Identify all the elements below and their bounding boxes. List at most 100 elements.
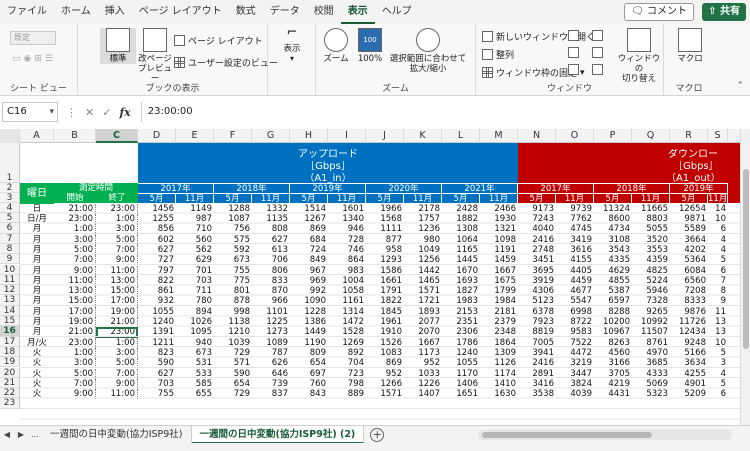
vertical-scroll-thumb[interactable] [743, 169, 749, 349]
cell[interactable]: 11324 [594, 204, 632, 214]
cell[interactable]: 8819 [518, 327, 556, 337]
cell[interactable]: 684 [290, 235, 328, 245]
cell[interactable]: 1721 [404, 296, 442, 306]
cell[interactable]: 1966 [366, 204, 404, 214]
cell[interactable]: 3538 [518, 389, 556, 399]
row-header-20[interactable]: 20 [0, 367, 20, 378]
cell[interactable]: 969 [290, 276, 328, 286]
column-header-j[interactable]: J [366, 129, 404, 143]
cell[interactable]: 7:00 [54, 255, 96, 266]
cell[interactable]: 1058 [328, 286, 366, 296]
cell[interactable]: 627 [252, 235, 290, 245]
cell[interactable]: 9248 [670, 338, 708, 348]
cell[interactable]: 3634 [670, 358, 708, 368]
cell[interactable]: 火 [20, 389, 54, 399]
cell[interactable]: 590 [214, 369, 252, 379]
cell[interactable]: 6998 [556, 307, 594, 317]
cell[interactable]: 1256 [404, 255, 442, 265]
cell[interactable]: 1211 [138, 338, 176, 348]
cell[interactable]: 11:00 [96, 389, 138, 400]
cell[interactable]: 3219 [556, 358, 594, 368]
vertical-scrollbar[interactable] [740, 129, 750, 425]
unhide-icon[interactable] [568, 64, 579, 75]
cell[interactable]: 562 [176, 245, 214, 255]
cell[interactable]: 1586 [366, 266, 404, 276]
cell[interactable]: 983 [328, 266, 366, 276]
cell[interactable]: 894 [176, 307, 214, 317]
cell[interactable]: 1:00 [96, 214, 138, 225]
cell[interactable]: 10992 [632, 317, 670, 327]
side-by-side-icon[interactable] [592, 30, 603, 41]
cell[interactable]: 日/月 [20, 214, 54, 224]
cell[interactable]: 23:00 [96, 204, 138, 214]
cell[interactable]: 1693 [442, 276, 480, 286]
cell[interactable]: 1266 [366, 379, 404, 389]
tab-7[interactable]: 表示 [340, 0, 375, 24]
cell[interactable]: 2466 [480, 204, 518, 214]
cell[interactable]: 756 [214, 224, 252, 234]
cell[interactable]: 1161 [328, 296, 366, 306]
cell[interactable]: 673 [214, 255, 252, 265]
cell[interactable]: 2379 [480, 317, 518, 327]
cell[interactable]: 6084 [670, 266, 708, 276]
row-header-9[interactable]: 9 [0, 254, 20, 265]
cell[interactable]: 9:00 [54, 389, 96, 400]
cell[interactable]: 5 [708, 255, 728, 265]
cell[interactable]: 8263 [594, 338, 632, 348]
cell[interactable]: 3664 [670, 235, 708, 245]
cell[interactable]: 1087 [214, 214, 252, 224]
insert-function-icon[interactable]: fx [119, 106, 130, 119]
cell[interactable]: 627 [138, 369, 176, 379]
cell[interactable]: 5387 [594, 286, 632, 296]
cell[interactable]: 6597 [594, 296, 632, 306]
cell[interactable]: 10 [708, 338, 728, 348]
cell[interactable]: 870 [252, 286, 290, 296]
cell[interactable]: 2178 [404, 204, 442, 214]
cell[interactable]: 575 [214, 235, 252, 245]
cell[interactable]: 7762 [556, 214, 594, 224]
cell[interactable]: 1267 [290, 214, 328, 224]
cell[interactable]: 560 [176, 235, 214, 245]
cell[interactable]: 月 [20, 327, 54, 337]
cell[interactable]: 592 [214, 245, 252, 255]
cell[interactable]: 4 [708, 369, 728, 379]
cell[interactable]: 4202 [670, 245, 708, 255]
row-header-5[interactable]: 5 [0, 213, 20, 224]
cell[interactable]: 5 [708, 379, 728, 389]
cell[interactable]: 月 [20, 255, 54, 265]
cell[interactable]: 9583 [556, 327, 594, 337]
cell[interactable]: 797 [138, 266, 176, 276]
cell[interactable]: 1064 [442, 235, 480, 245]
cell[interactable]: 8761 [632, 338, 670, 348]
cell[interactable]: 626 [252, 358, 290, 368]
tab-3[interactable]: ページ レイアウト [132, 0, 229, 24]
cell[interactable]: 627 [138, 245, 176, 255]
cell[interactable]: 1255 [138, 214, 176, 224]
cell[interactable]: 728 [328, 235, 366, 245]
cell[interactable]: 3941 [518, 348, 556, 358]
cell[interactable]: 3419 [556, 235, 594, 245]
cell[interactable]: 5 [708, 348, 728, 358]
cell[interactable]: 1321 [480, 224, 518, 234]
split-icon[interactable] [568, 30, 579, 41]
cell[interactable]: 10 [708, 214, 728, 224]
show-button[interactable]: ⌐ 表示 ▾ [274, 26, 310, 64]
column-header-q[interactable]: Q [632, 129, 670, 143]
cell[interactable]: 9 [708, 296, 728, 306]
comment-button[interactable]: 🗨 コメント [624, 3, 694, 21]
column-header-p[interactable]: P [594, 129, 632, 143]
cell[interactable]: 9:00 [96, 255, 138, 266]
cell[interactable]: 940 [176, 338, 214, 348]
cell[interactable]: 12434 [670, 327, 708, 337]
enter-icon[interactable]: ✓ [102, 106, 111, 119]
cell[interactable]: 1391 [138, 327, 176, 337]
cell[interactable]: 19:00 [96, 306, 138, 317]
cell[interactable]: 4040 [518, 224, 556, 234]
cell[interactable]: 1442 [404, 266, 442, 276]
cell[interactable]: 837 [252, 389, 290, 399]
cell[interactable]: 755 [214, 266, 252, 276]
cell[interactable]: 1459 [480, 255, 518, 265]
cell[interactable]: 3108 [594, 235, 632, 245]
cell[interactable]: 1191 [480, 245, 518, 255]
column-header-m[interactable]: M [480, 129, 518, 143]
